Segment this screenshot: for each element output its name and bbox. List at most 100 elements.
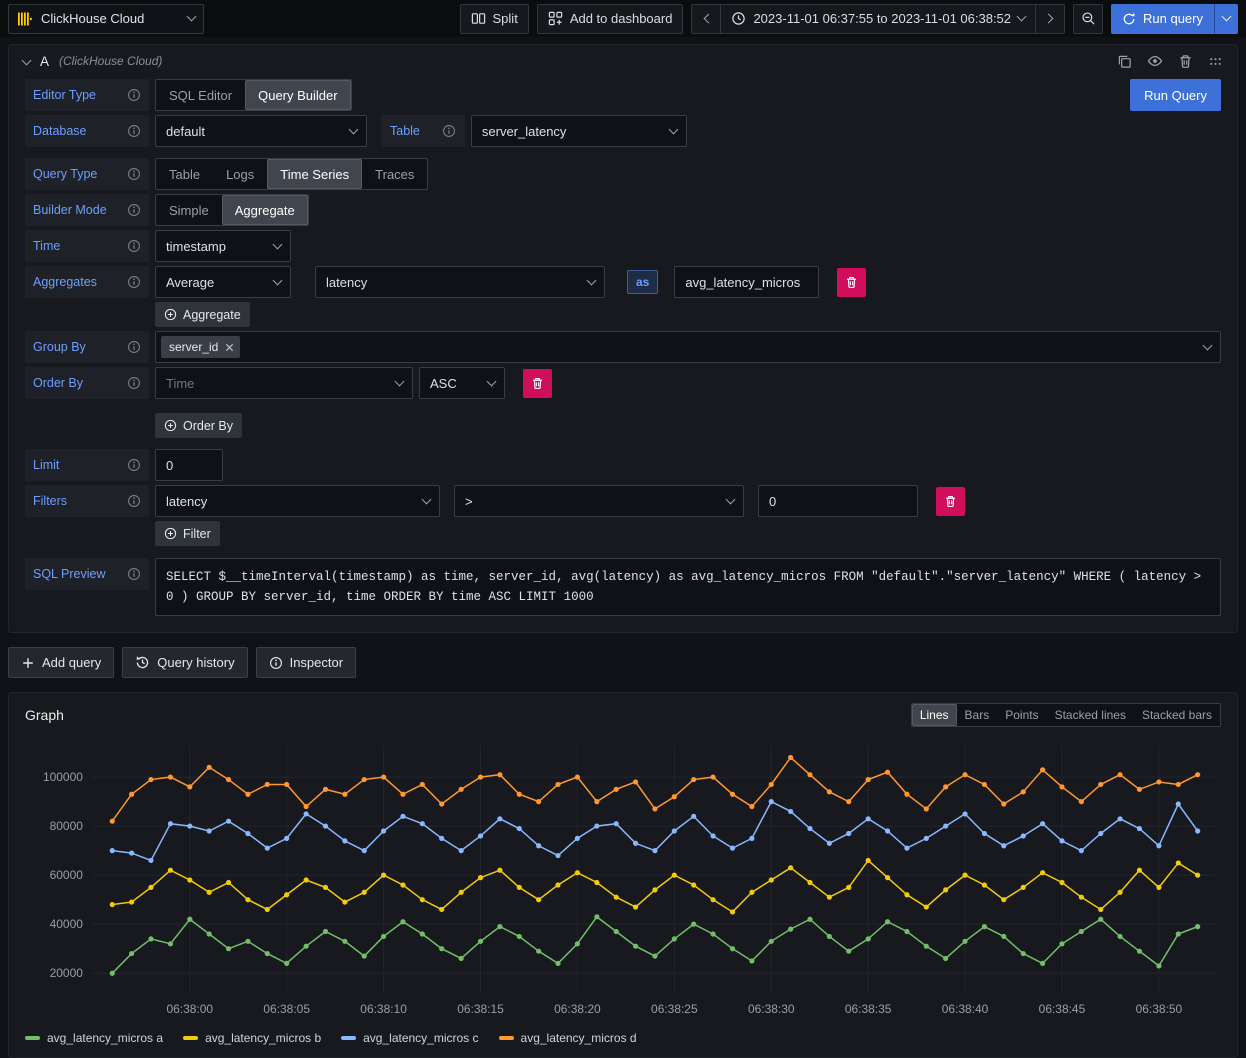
info-icon[interactable] <box>127 567 141 581</box>
info-icon[interactable] <box>127 124 141 138</box>
hide-response-eye-icon[interactable] <box>1147 53 1163 69</box>
legend-item[interactable]: avg_latency_micros b <box>183 1031 321 1045</box>
builder-mode-simple[interactable]: Simple <box>156 195 222 225</box>
chevron-down-icon <box>187 12 197 22</box>
legend-item[interactable]: avg_latency_micros c <box>341 1031 478 1045</box>
legend-item[interactable]: avg_latency_micros d <box>499 1031 637 1045</box>
aggregate-alias-input[interactable] <box>674 266 819 298</box>
add-to-dashboard-label: Add to dashboard <box>570 11 673 26</box>
info-icon[interactable] <box>127 340 141 354</box>
run-query-interval-dropdown[interactable] <box>1214 4 1238 34</box>
zoom-out-button[interactable] <box>1073 4 1103 34</box>
duplicate-query-icon[interactable] <box>1117 54 1132 69</box>
editor-type-sql-editor[interactable]: SQL Editor <box>156 80 245 110</box>
plus-circle-icon <box>164 419 177 432</box>
query-editor-panel: A (ClickHouse Cloud) Editor Type <box>8 44 1238 633</box>
filter-column-select[interactable]: latency <box>155 485 440 517</box>
time-shift-back-button[interactable] <box>691 4 721 34</box>
legend-swatch <box>341 1036 356 1040</box>
split-button[interactable]: Split <box>460 4 529 34</box>
legend-swatch <box>183 1036 198 1040</box>
svg-text:06:38:15: 06:38:15 <box>457 1002 504 1016</box>
drag-handle-icon[interactable] <box>1208 54 1223 69</box>
limit-input[interactable] <box>155 449 223 481</box>
graph-style-stacked-bars[interactable]: Stacked bars <box>1134 704 1220 726</box>
info-icon[interactable] <box>127 376 141 390</box>
graph-style-stacked-lines[interactable]: Stacked lines <box>1047 704 1134 726</box>
clock-icon <box>731 11 746 26</box>
builder-mode-aggregate[interactable]: Aggregate <box>222 195 308 225</box>
run-query-button[interactable]: Run query <box>1111 4 1214 34</box>
datasource-name: ClickHouse Cloud <box>41 11 180 26</box>
svg-text:06:38:20: 06:38:20 <box>554 1002 601 1016</box>
legend-swatch <box>25 1036 40 1040</box>
chevron-down-icon <box>349 124 359 134</box>
aggregate-column-select[interactable]: latency <box>315 266 605 298</box>
chevron-down-icon <box>273 239 283 249</box>
info-icon[interactable] <box>127 275 141 289</box>
svg-text:06:38:00: 06:38:00 <box>166 1002 213 1016</box>
collapse-chevron-icon[interactable] <box>22 55 32 65</box>
builder-mode-toggle: Simple Aggregate <box>155 194 309 226</box>
editor-type-query-builder[interactable]: Query Builder <box>245 80 350 110</box>
order-by-column-select[interactable]: Time <box>155 367 413 399</box>
info-icon[interactable] <box>442 124 456 138</box>
svg-text:80000: 80000 <box>50 819 84 833</box>
chevron-down-icon <box>1017 12 1027 22</box>
time-range-button[interactable]: 2023-11-01 06:37:55 to 2023-11-01 06:38:… <box>720 4 1036 34</box>
field-label-query-type: Query Type <box>25 158 149 190</box>
plus-icon <box>21 656 35 670</box>
filter-value-input[interactable] <box>758 485 918 517</box>
graph-style-bars[interactable]: Bars <box>957 704 998 726</box>
time-series-chart[interactable]: 2000040000600008000010000006:38:0006:38:… <box>9 731 1237 1027</box>
info-icon[interactable] <box>127 88 141 102</box>
zoom-out-icon <box>1081 11 1096 26</box>
chevron-down-icon <box>1222 12 1232 22</box>
run-query-split-button: Run query <box>1111 4 1238 34</box>
as-badge: as <box>627 270 658 294</box>
add-filter-button[interactable]: Filter <box>155 521 220 546</box>
svg-text:20000: 20000 <box>50 966 84 980</box>
filter-operator-select[interactable]: > <box>454 485 744 517</box>
field-label-builder-mode: Builder Mode <box>25 194 149 226</box>
add-query-button[interactable]: Add query <box>8 647 114 678</box>
remove-query-trash-icon[interactable] <box>1178 54 1193 69</box>
remove-tag-icon[interactable] <box>225 343 234 352</box>
info-circle-icon <box>269 656 283 670</box>
info-icon[interactable] <box>127 458 141 472</box>
chevron-right-icon <box>1043 14 1053 24</box>
query-type-traces[interactable]: Traces <box>362 159 427 189</box>
info-icon[interactable] <box>127 494 141 508</box>
svg-text:06:38:05: 06:38:05 <box>263 1002 310 1016</box>
chevron-down-icon <box>487 376 497 386</box>
info-icon[interactable] <box>127 239 141 253</box>
inspector-button[interactable]: Inspector <box>256 647 356 678</box>
add-aggregate-button[interactable]: Aggregate <box>155 302 250 327</box>
run-query-panel-button[interactable]: Run Query <box>1130 79 1221 111</box>
graph-style-lines[interactable]: Lines <box>912 704 957 726</box>
add-to-dashboard-button[interactable]: Add to dashboard <box>537 4 684 34</box>
legend-item[interactable]: avg_latency_micros a <box>25 1031 163 1045</box>
aggregate-function-select[interactable]: Average <box>155 266 291 298</box>
remove-order-by-button[interactable] <box>523 369 552 398</box>
group-by-multiselect[interactable]: server_id <box>155 331 1221 363</box>
chevron-down-icon <box>273 275 283 285</box>
info-icon[interactable] <box>127 167 141 181</box>
datasource-hint: (ClickHouse Cloud) <box>59 54 162 68</box>
add-order-by-button[interactable]: Order By <box>155 413 242 438</box>
time-column-select[interactable]: timestamp <box>155 230 291 262</box>
info-icon[interactable] <box>127 203 141 217</box>
remove-aggregate-button[interactable] <box>837 268 866 297</box>
time-shift-forward-button[interactable] <box>1035 4 1065 34</box>
query-history-button[interactable]: Query history <box>122 647 247 678</box>
database-select[interactable]: default <box>155 115 367 147</box>
query-type-table[interactable]: Table <box>156 159 213 189</box>
datasource-picker[interactable]: ClickHouse Cloud <box>8 4 204 34</box>
order-by-direction-select[interactable]: ASC <box>419 367 505 399</box>
query-type-logs[interactable]: Logs <box>213 159 267 189</box>
remove-filter-button[interactable] <box>936 487 965 516</box>
chart-plot-area[interactable]: 2000040000600008000010000006:38:0006:38:… <box>17 735 1229 1027</box>
table-select[interactable]: server_latency <box>471 115 687 147</box>
graph-style-points[interactable]: Points <box>997 704 1046 726</box>
query-type-time-series[interactable]: Time Series <box>267 159 362 189</box>
